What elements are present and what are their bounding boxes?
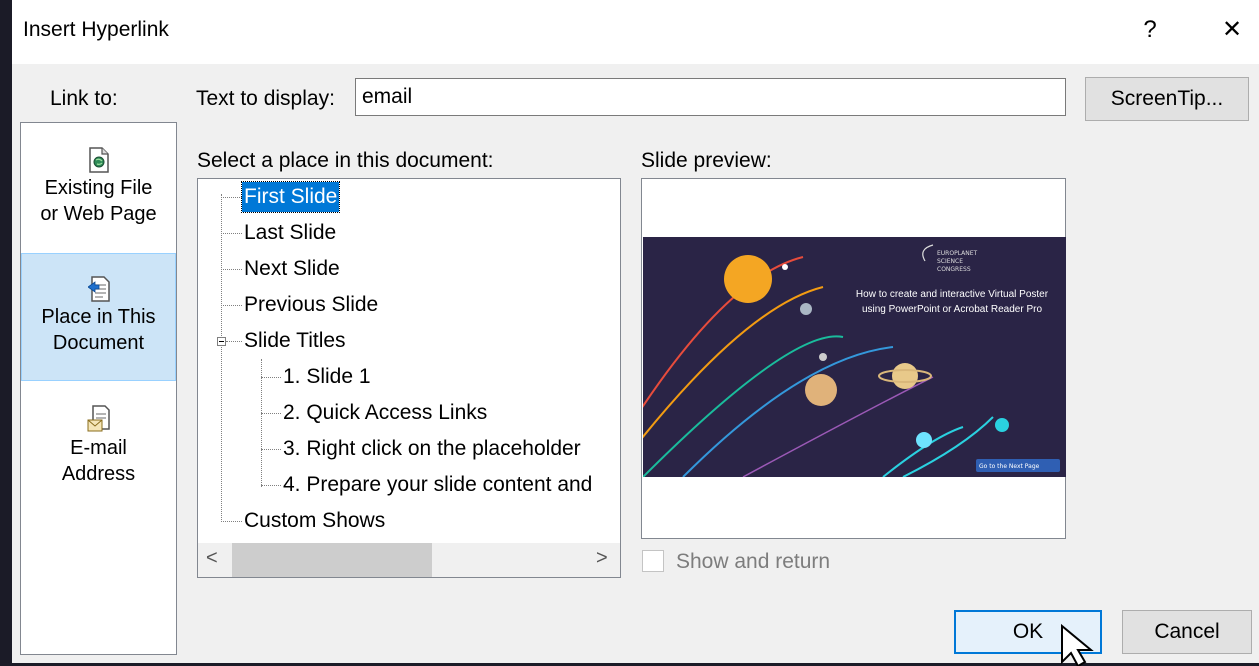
tree-item-slide-titles[interactable]: Slide Titles xyxy=(242,326,348,356)
mouse-cursor-icon xyxy=(1061,623,1094,666)
scroll-left-icon[interactable]: < xyxy=(206,547,218,570)
close-button[interactable]: ✕ xyxy=(1212,14,1252,46)
tree-item-quick-access-links[interactable]: 2. Quick Access Links xyxy=(281,398,489,428)
web-page-icon xyxy=(88,147,109,173)
tree-connector xyxy=(221,233,242,234)
logo-text-1: EUROPLANET xyxy=(937,250,978,257)
cancel-button[interactable]: Cancel xyxy=(1122,610,1252,654)
tree-item-custom-shows[interactable]: Custom Shows xyxy=(242,506,387,536)
tree-horizontal-scrollbar[interactable]: < > xyxy=(198,543,620,577)
tree-connector xyxy=(221,269,242,270)
tree-connector xyxy=(261,377,281,378)
tree-item-prepare-slide-content[interactable]: 4. Prepare your slide content and xyxy=(281,470,594,500)
tree-connector xyxy=(261,485,281,486)
tree-connector xyxy=(221,197,242,198)
email-label-2: Address xyxy=(61,463,136,485)
title-bar: Insert Hyperlink ? ✕ xyxy=(12,0,1259,64)
scroll-thumb[interactable] xyxy=(232,543,432,577)
document-place-icon xyxy=(87,276,110,302)
tree-item-slide-1[interactable]: 1. Slide 1 xyxy=(281,362,373,392)
text-to-display-label: Text to display: xyxy=(196,87,335,110)
tree-connector xyxy=(261,359,262,487)
tree-item-previous-slide[interactable]: Previous Slide xyxy=(242,290,380,320)
slide-preview-image: Go to the Next Page EUROPLANET SCIENCE C… xyxy=(643,237,1066,477)
tree-item-last-slide[interactable]: Last Slide xyxy=(242,218,338,248)
tree-connector xyxy=(261,413,281,414)
tree-item-right-click-placeholder[interactable]: 3. Right click on the placeholder xyxy=(281,434,583,464)
slide-nav-button-text: Go to the Next Page xyxy=(979,463,1040,470)
slide-preview-label: Slide preview: xyxy=(641,149,772,172)
document-place-tree[interactable]: First Slide Last Slide Next Slide Previo… xyxy=(197,178,621,578)
tree-connector xyxy=(221,194,222,522)
tree-item-next-slide[interactable]: Next Slide xyxy=(242,254,342,284)
scroll-right-icon[interactable]: > xyxy=(596,547,608,570)
link-to-email-address[interactable]: E-mail Address xyxy=(21,401,176,501)
select-place-label: Select a place in this document: xyxy=(197,149,494,172)
tree-connector xyxy=(221,305,242,306)
help-button[interactable]: ? xyxy=(1130,14,1170,46)
show-and-return-label: Show and return xyxy=(676,550,831,573)
existing-file-label-2: or Web Page xyxy=(40,203,157,225)
email-icon xyxy=(87,405,110,432)
link-to-existing-file[interactable]: Existing File or Web Page xyxy=(21,143,176,251)
show-and-return-checkbox[interactable] xyxy=(642,550,664,572)
email-label-1: E-mail xyxy=(70,437,127,459)
slide-preview-box: Go to the Next Page EUROPLANET SCIENCE C… xyxy=(641,178,1066,539)
link-to-place-in-document[interactable]: Place in This Document xyxy=(21,253,176,381)
place-in-document-label-2: Document xyxy=(52,332,145,354)
link-to-label: Link to: xyxy=(50,87,118,110)
place-in-document-label-1: Place in This xyxy=(41,306,156,328)
logo-text-3: CONGRESS xyxy=(937,266,971,273)
slide-title-text: How to create and interactive Virtual Po… xyxy=(855,289,1049,315)
collapse-toggle-icon[interactable] xyxy=(217,337,226,346)
text-to-display-input[interactable] xyxy=(355,78,1066,116)
screentip-button[interactable]: ScreenTip... xyxy=(1085,77,1249,121)
insert-hyperlink-dialog: Insert Hyperlink ? ✕ Link to: Existing F… xyxy=(12,0,1259,663)
tree-item-first-slide[interactable]: First Slide xyxy=(240,181,341,213)
logo-text-2: SCIENCE xyxy=(937,258,963,265)
tree-connector xyxy=(261,449,281,450)
tree-connector xyxy=(226,341,242,342)
tree-connector xyxy=(221,521,242,522)
dialog-title: Insert Hyperlink xyxy=(23,18,169,41)
link-to-bar: Existing File or Web Page Place in This … xyxy=(20,122,177,655)
existing-file-label-1: Existing File xyxy=(44,177,153,199)
